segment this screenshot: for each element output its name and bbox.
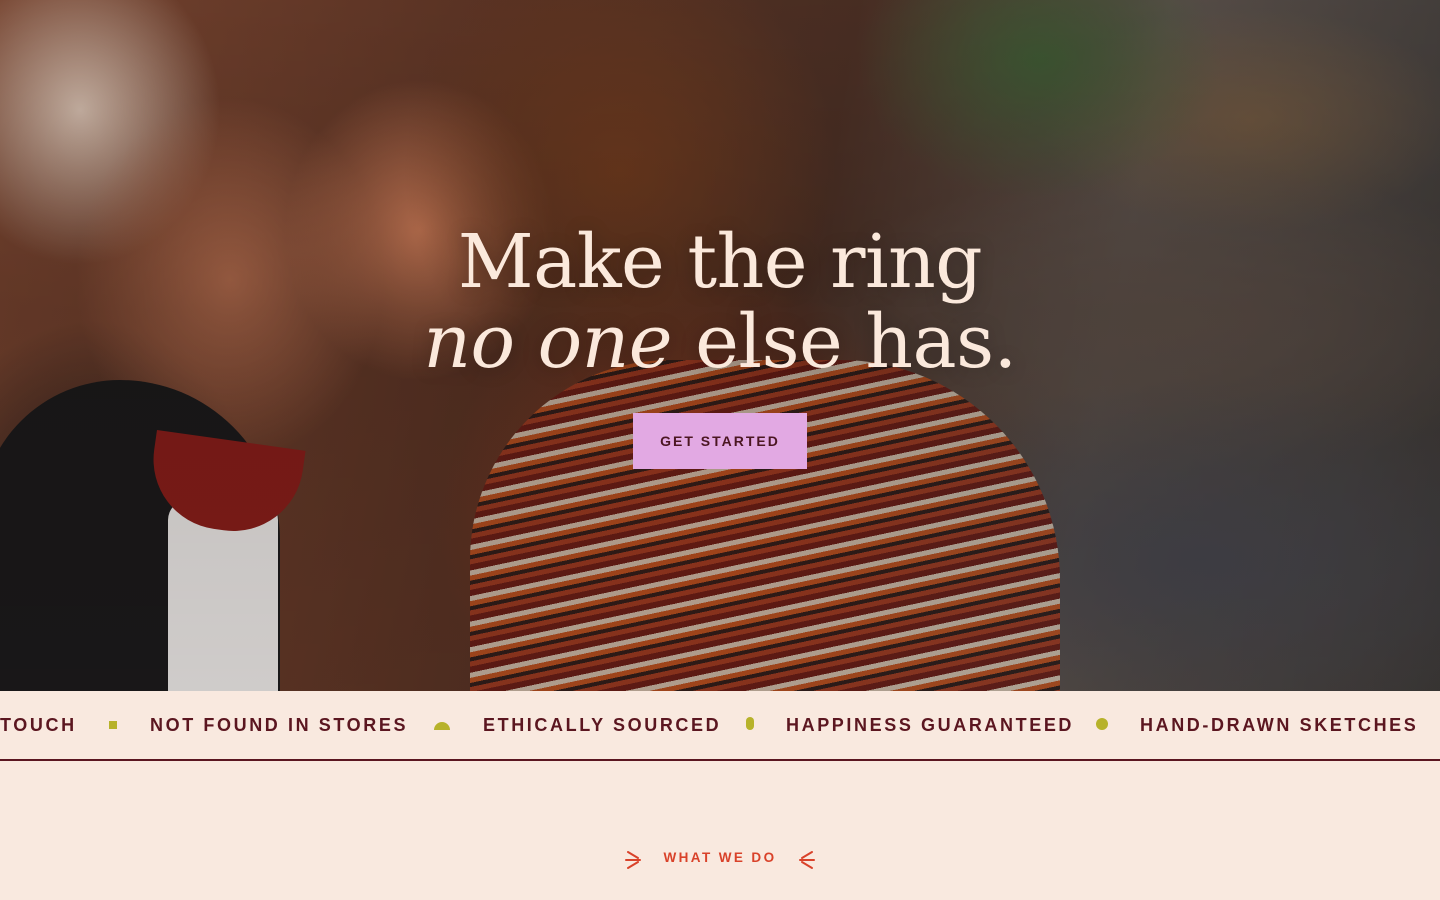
headline-italic: no one: [423, 299, 673, 385]
hero-headline: Make the ring no one else has.: [0, 222, 1440, 382]
half-circle-separator-icon: [434, 722, 450, 730]
marquee-item: ETHICALLY SOURCED: [483, 715, 722, 735]
headline-line-1: Make the ring: [457, 219, 983, 305]
section-label-what-we-do: WHAT WE DO: [663, 850, 777, 865]
hero-section: Make the ring no one else has. GET START…: [0, 0, 1440, 691]
headline-line-2: else has.: [672, 299, 1017, 385]
marquee-item: HAND-DRAWN SKETCHES: [1140, 715, 1419, 735]
get-started-button[interactable]: GET STARTED: [633, 413, 807, 469]
feature-marquee: TOUCH NOT FOUND IN STORES ETHICALLY SOUR…: [0, 691, 1440, 761]
pill-separator-icon: [746, 717, 754, 730]
square-separator-icon: [109, 721, 117, 729]
marquee-item: TOUCH: [0, 715, 77, 735]
marquee-item: HAPPINESS GUARANTEED: [786, 715, 1075, 735]
circle-separator-icon: [1096, 718, 1108, 730]
burst-right-icon: [799, 851, 815, 869]
marquee-item: NOT FOUND IN STORES: [150, 715, 409, 735]
